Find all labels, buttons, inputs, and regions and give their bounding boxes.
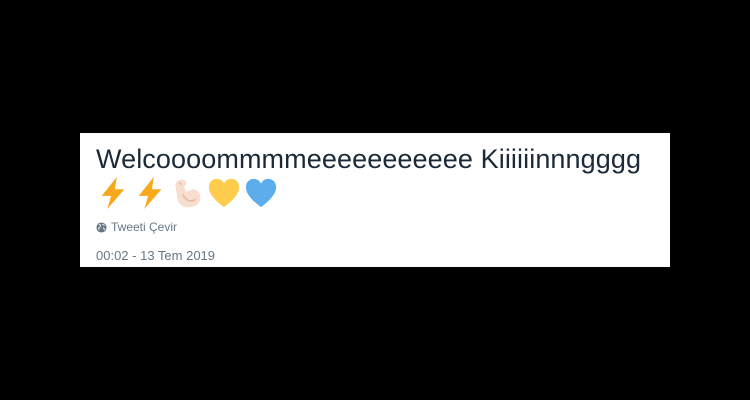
translate-tweet-link[interactable]: Tweeti Çevir <box>96 219 670 235</box>
flexed-biceps-icon <box>175 179 201 208</box>
blue-heart-icon <box>245 178 277 208</box>
tweet-card: Welcoooommmmeeeeeeeeeee Kiiiiiinnngggg T… <box>80 133 670 267</box>
emoji-row <box>96 175 670 211</box>
lightning-icon <box>138 176 162 210</box>
translate-tweet-label: Tweeti Çevir <box>111 220 178 234</box>
tweet-timestamp[interactable]: 00:02 - 13 Tem 2019 <box>96 248 670 263</box>
lightning-icon <box>101 176 125 210</box>
globe-icon <box>96 221 107 233</box>
yellow-heart-icon <box>208 178 240 208</box>
tweet-text: Welcoooommmmeeeeeeeeeee Kiiiiiinnngggg <box>96 144 642 174</box>
